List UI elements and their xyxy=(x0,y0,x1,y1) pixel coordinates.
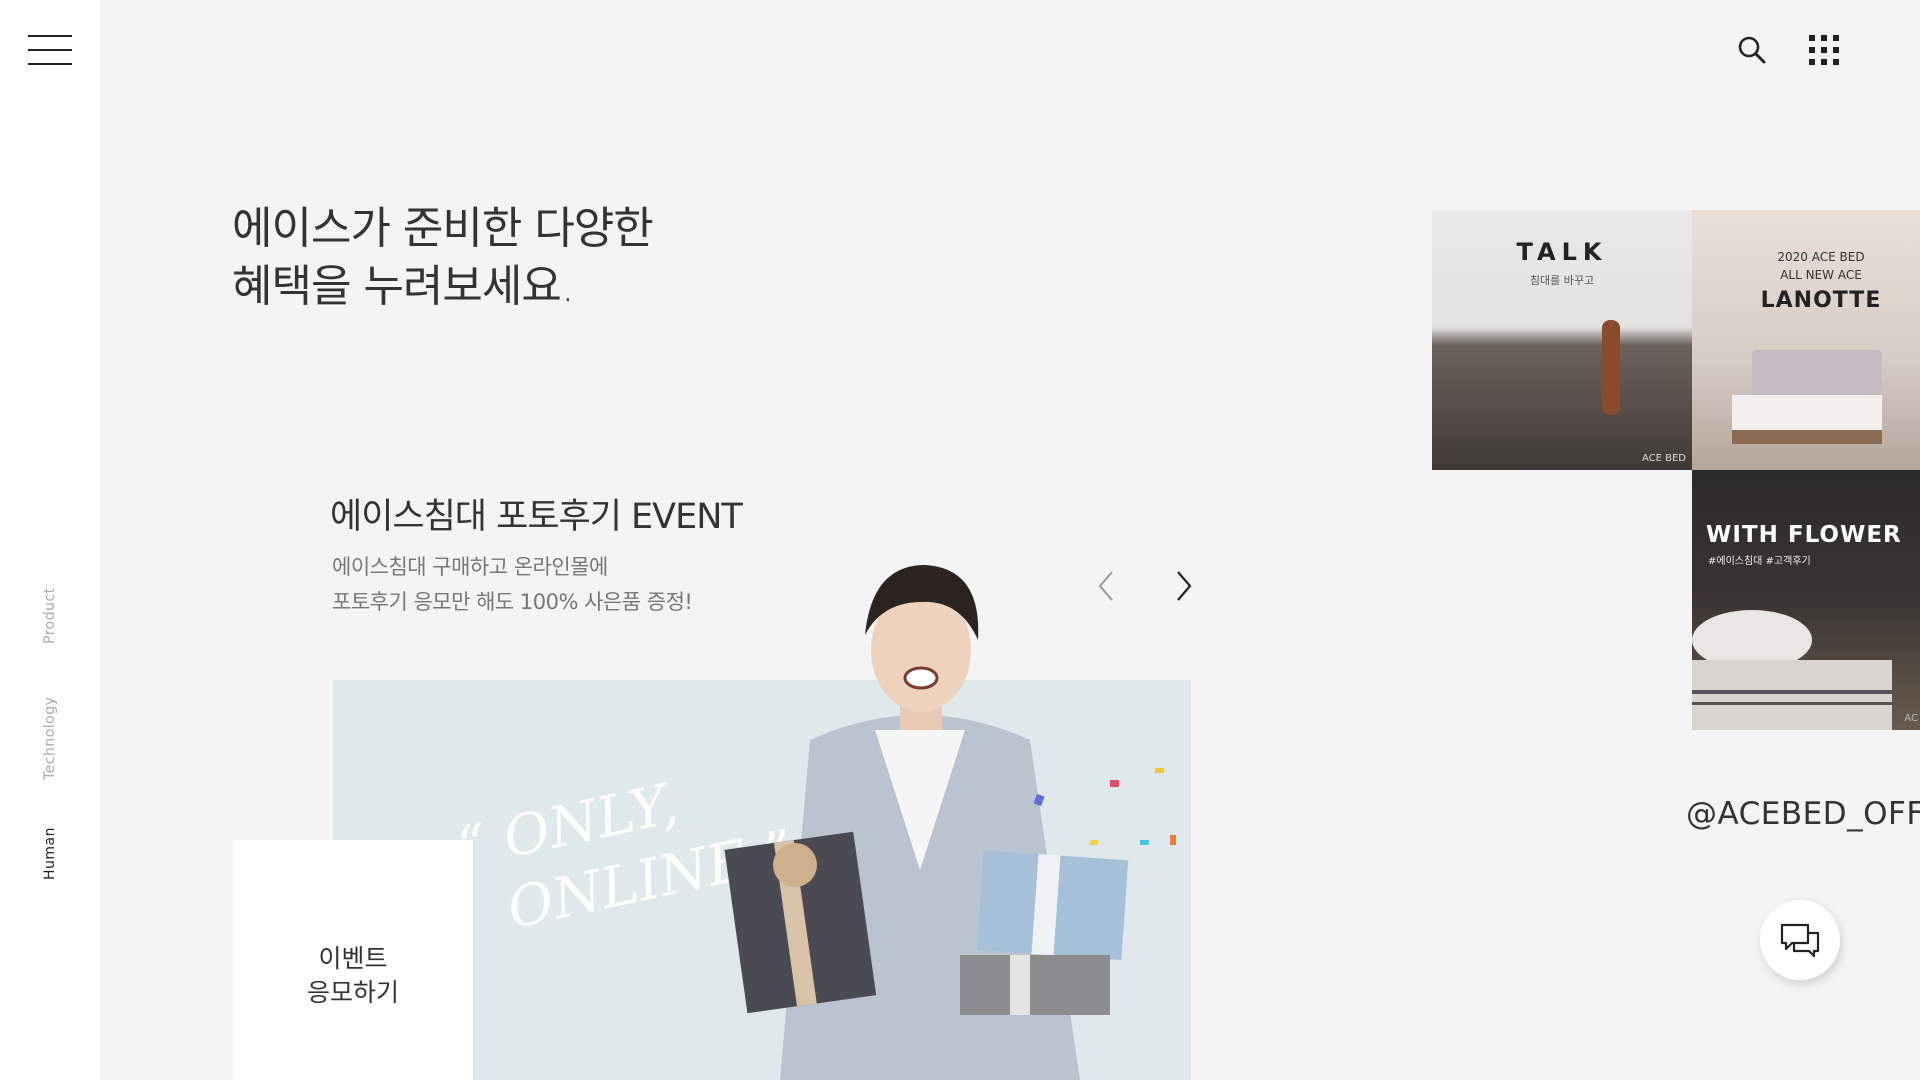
event-title: 에이스침대 포토후기 EVENT xyxy=(330,497,743,537)
left-sidebar: Product Technology Human xyxy=(0,0,100,1080)
menu-icon[interactable] xyxy=(28,35,72,65)
instagram-tile-talk[interactable]: TALK 침대를 바꾸고 ACE BED xyxy=(1432,210,1692,470)
tile-tags: #에이스침대 #고객후기 xyxy=(1708,556,1811,567)
headline-line-2: 혜택을 누려보세요. xyxy=(232,261,575,312)
page-headline: 에이스가 준비한 다양한 혜택을 누려보세요. xyxy=(232,200,654,316)
grid-icon[interactable] xyxy=(1808,34,1840,66)
instagram-tile-lanotte[interactable]: 2020 ACE BED ALL NEW ACE LANOTTE xyxy=(1692,210,1920,470)
cta-label-line-1: 이벤트 xyxy=(318,944,388,973)
bedroom-image xyxy=(1692,610,1892,730)
chat-button[interactable] xyxy=(1760,900,1840,980)
event-apply-button[interactable]: 이벤트 응모하기 xyxy=(233,840,473,1080)
side-nav-technology[interactable]: Technology xyxy=(42,697,58,780)
instagram-handle[interactable]: @ACEBED_OFFIC xyxy=(1686,796,1920,832)
header-icons xyxy=(1736,34,1840,66)
instagram-tile-with-flower[interactable]: WITH FLOWER #에이스침대 #고객후기 AC xyxy=(1692,470,1920,730)
tile-line-1: 2020 ACE BED xyxy=(1777,250,1865,264)
event-description: 에이스침대 구매하고 온라인몰에 포토후기 응모만 해도 100% 사은품 증정… xyxy=(332,550,693,620)
promo-model-image xyxy=(724,565,1176,1080)
side-nav-human[interactable]: Human xyxy=(42,827,58,880)
cta-label-line-2: 응모하기 xyxy=(306,978,399,1007)
tile-line-2: ALL NEW ACE xyxy=(1780,268,1862,282)
tile-title: LANOTTE xyxy=(1760,288,1882,313)
tile-brand: ACE BED xyxy=(1641,453,1686,464)
tile-title: TALK xyxy=(1516,238,1608,266)
bed-leg-image xyxy=(1602,320,1620,415)
headline-line-1: 에이스가 준비한 다양한 xyxy=(232,203,654,254)
chat-icon xyxy=(1780,923,1820,958)
event-desc-line-2: 포토후기 응모만 해도 100% 사은품 증정! xyxy=(332,590,693,614)
event-desc-line-1: 에이스침대 구매하고 온라인몰에 xyxy=(332,555,608,579)
bed-image xyxy=(1732,350,1882,444)
side-nav-product[interactable]: Product xyxy=(42,587,58,644)
search-icon[interactable] xyxy=(1736,34,1768,66)
tile-brand: AC xyxy=(1904,713,1918,724)
tile-subtitle: 침대를 바꾸고 xyxy=(1529,274,1595,287)
tile-title: WITH FLOWER xyxy=(1706,522,1902,548)
